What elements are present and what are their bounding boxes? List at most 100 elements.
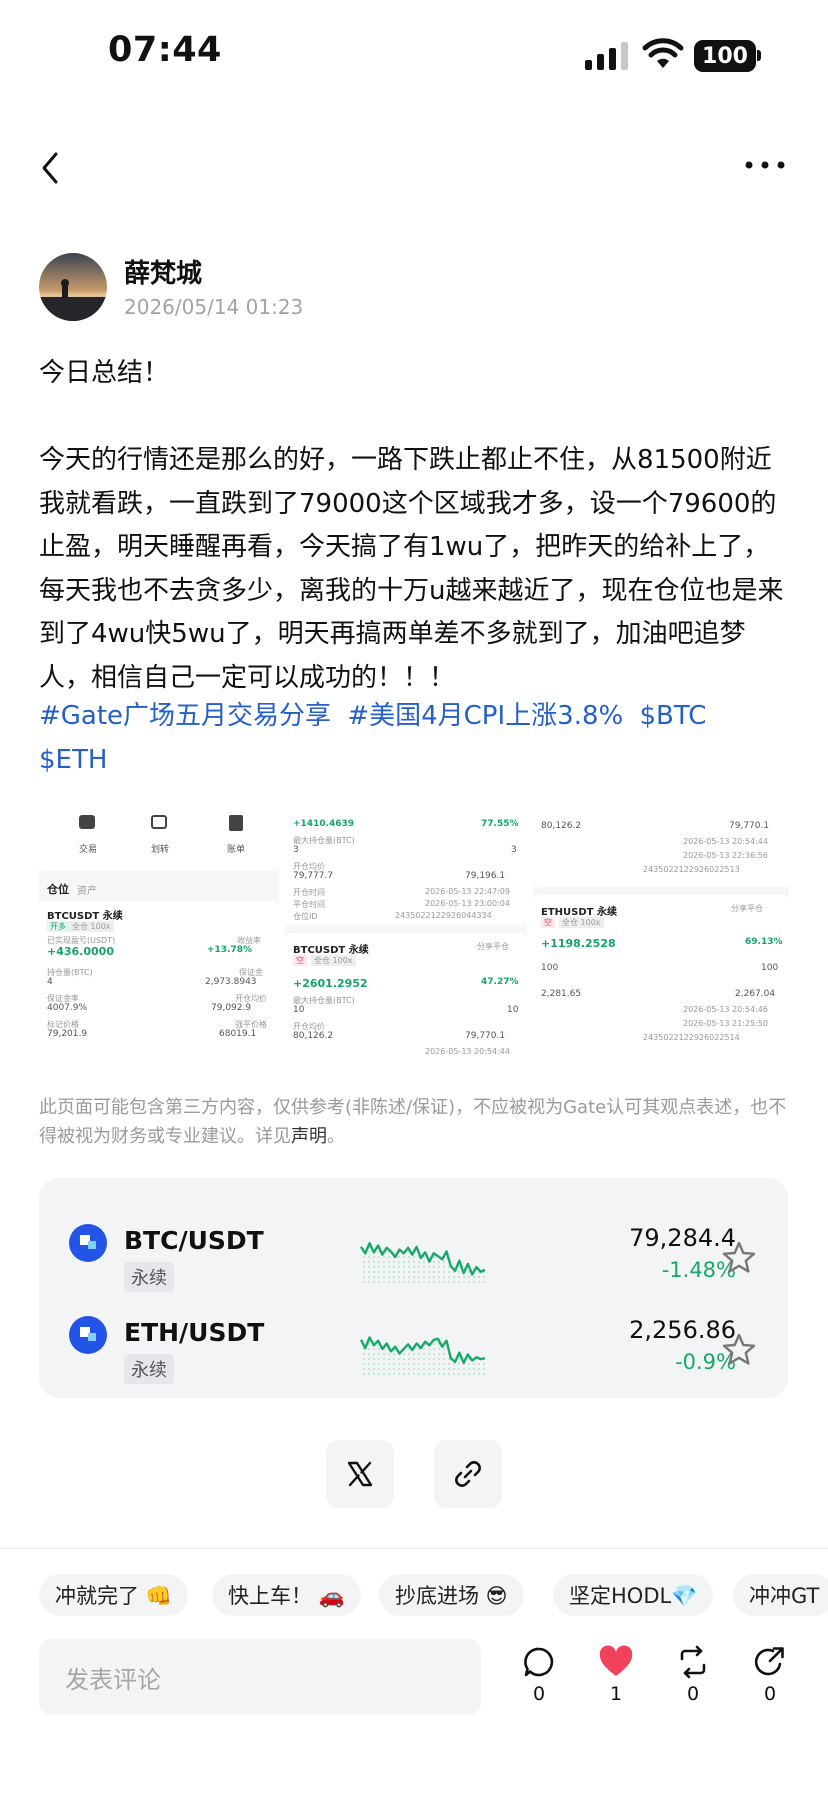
share-x-button[interactable] bbox=[326, 1440, 394, 1508]
bill-icon bbox=[229, 815, 243, 831]
shot3-max-right: 100 bbox=[761, 963, 779, 973]
price-sparkline bbox=[359, 1336, 486, 1376]
statement-link[interactable]: 声明 bbox=[291, 1126, 327, 1147]
link-icon bbox=[455, 1461, 481, 1487]
shot1-r3-right-value: 68019.1 bbox=[219, 1029, 257, 1039]
market-row-eth[interactable]: ETH/USDT 永续 2,256.86 -0.9% bbox=[39, 1270, 788, 1384]
quick-reply-chip[interactable]: 快上车！ 🚗 bbox=[212, 1574, 361, 1616]
share-count: 0 bbox=[763, 1683, 777, 1705]
author-name[interactable]: 薛梵城 bbox=[124, 253, 202, 290]
battery-tip bbox=[757, 50, 761, 61]
shot3-time2-value: 2026-05-13 20:54:46 bbox=[683, 1005, 768, 1014]
disclaimer-end: 。 bbox=[327, 1126, 345, 1147]
quick-reply-chip[interactable]: 冲就完了 👊 bbox=[39, 1574, 188, 1616]
shot1-assets-tab: 资产 bbox=[77, 886, 97, 897]
shot1-tab-transfer: 划转 bbox=[151, 845, 170, 855]
post-tags: #Gate广场五月交易分享 #美国4月CPI上涨3.8% $BTC $ETH bbox=[39, 695, 791, 782]
like-action[interactable]: 1 bbox=[596, 1645, 636, 1705]
cashtag-eth[interactable]: $ETH bbox=[39, 745, 107, 775]
avatar[interactable] bbox=[39, 253, 107, 321]
shot1-positions-tab: 仓位 bbox=[47, 883, 69, 896]
shot1-tab-bill: 账单 bbox=[227, 845, 246, 855]
market-pair: ETH/USDT bbox=[124, 1318, 265, 1347]
post-image-2[interactable]: +1410.4639 77.55% 最大持仓量(BTC) 3 3 开仓均价 79… bbox=[285, 815, 527, 1063]
cellular-signal-icon bbox=[585, 42, 628, 70]
shot2-id-label: 仓位ID bbox=[293, 912, 318, 921]
shot3-pnl: +1198.2528 bbox=[541, 937, 616, 950]
shot2-id-value: 2435022122926044334 bbox=[395, 911, 492, 920]
divider bbox=[0, 1548, 828, 1549]
market-pair: BTC/USDT bbox=[124, 1226, 264, 1255]
favorite-star-icon[interactable] bbox=[721, 1332, 757, 1368]
market-type-badge: 永续 bbox=[124, 1354, 174, 1384]
repost-action[interactable]: 0 bbox=[673, 1645, 713, 1705]
post-image-1[interactable]: 交易 划转 账单 仓位 资产 BTCUSDT 永续 开多 全仓 100x 已实现… bbox=[39, 815, 279, 1063]
shot1-tabbar: 交易 划转 账单 bbox=[39, 815, 279, 871]
shot3-close-value: 2026-05-13 22:36:56 bbox=[683, 851, 768, 860]
cashtag-btc[interactable]: $BTC bbox=[639, 701, 706, 731]
shot1-r1-right-value: 2,973.8943 bbox=[205, 977, 257, 987]
battery-icon: 100 bbox=[694, 40, 756, 72]
post-text: 今日总结！ 今天的行情还是那么的好，一路下跌止都止不住，从81500附近我就看跌… bbox=[39, 358, 784, 693]
shot3-open-right: 79,770.1 bbox=[729, 821, 770, 831]
comment-count: 0 bbox=[532, 1683, 546, 1705]
status-time: 07:44 bbox=[108, 30, 222, 70]
shot1-r1-label: 持仓量(BTC) bbox=[47, 968, 93, 977]
shot2-max2-left: 10 bbox=[293, 1005, 305, 1015]
share-action[interactable]: 0 bbox=[750, 1645, 790, 1705]
shot2-pnl-2: +2601.2952 bbox=[293, 977, 368, 990]
shot2-max-right: 3 bbox=[511, 845, 517, 855]
shot1-symbol: BTCUSDT 永续 bbox=[47, 911, 123, 922]
more-options-icon[interactable] bbox=[744, 160, 786, 170]
shot3-open-left: 80,126.2 bbox=[541, 821, 582, 831]
market-change: -0.9% bbox=[675, 1350, 736, 1374]
comment-action[interactable]: 0 bbox=[519, 1645, 559, 1705]
shot2-open-left: 79,777.7 bbox=[293, 871, 334, 881]
disclaimer-text: 此页面可能包含第三方内容，仅供参考(非陈述/保证)，不应被视为Gate认可其观点… bbox=[39, 1097, 787, 1147]
shot3-badge-side: 空 bbox=[541, 917, 555, 928]
shot2-close-label: 平仓时间 bbox=[293, 900, 325, 909]
quick-reply-chip[interactable]: 抄底进场 😎 bbox=[379, 1574, 524, 1616]
shot2-max-left: 3 bbox=[293, 845, 299, 855]
post-image-3[interactable]: 80,126.2 79,770.1 2026-05-13 20:54:44 20… bbox=[533, 815, 789, 1063]
gate-coin-icon bbox=[69, 1316, 107, 1354]
like-count: 1 bbox=[609, 1683, 623, 1705]
hashtag-gate-may[interactable]: #Gate广场五月交易分享 bbox=[39, 701, 331, 731]
copy-link-button[interactable] bbox=[434, 1440, 502, 1508]
quick-reply-chip[interactable]: 冲冲GT bbox=[733, 1574, 828, 1616]
quick-reply-chip[interactable]: 坚定HODL💎 bbox=[553, 1574, 714, 1616]
shot1-r3-value: 79,201.9 bbox=[47, 1029, 88, 1039]
shot1-position-card: BTCUSDT 永续 开多 全仓 100x 已实现盈亏(USDT) +436.0… bbox=[39, 901, 279, 1063]
shot2-max-label: 最大持仓量(BTC) bbox=[293, 836, 355, 845]
shot3-close2-value: 2026-05-13 21:25:50 bbox=[683, 1019, 768, 1028]
shot1-badge-side: 开多 bbox=[47, 921, 69, 932]
shot1-roe: +13.78% bbox=[207, 945, 253, 955]
hashtag-us-cpi[interactable]: #美国4月CPI上涨3.8% bbox=[347, 701, 623, 731]
shot3-share: 分享平仓 bbox=[731, 904, 763, 913]
shot2-share: 分享平仓 bbox=[477, 942, 509, 951]
shot3-max-left: 100 bbox=[541, 963, 559, 973]
shot2-max2-right: 10 bbox=[507, 1005, 519, 1015]
shot2-badge-margin: 全仓 100x bbox=[311, 955, 356, 966]
back-arrow-icon[interactable] bbox=[36, 148, 66, 188]
heart-icon bbox=[599, 1645, 633, 1676]
shot3-time-value: 2026-05-13 20:54:44 bbox=[683, 837, 768, 846]
transfer-icon bbox=[151, 815, 167, 829]
shot2-time2-value: 2026-05-13 20:54:44 bbox=[425, 1047, 510, 1056]
shot3-id2-value: 2435022122926022514 bbox=[643, 1033, 740, 1042]
shot2-time-value: 2026-05-13 22:47:09 bbox=[425, 887, 510, 896]
shot3-card-top: 80,126.2 79,770.1 2026-05-13 20:54:44 20… bbox=[533, 815, 789, 887]
shot2-card-top: +1410.4639 77.55% 最大持仓量(BTC) 3 3 开仓均价 79… bbox=[285, 815, 527, 925]
shot2-roe: 77.55% bbox=[481, 819, 519, 829]
shot2-roe-2: 47.27% bbox=[481, 977, 519, 987]
comment-input[interactable]: 发表评论 bbox=[39, 1639, 481, 1715]
shot2-badge-side: 空 bbox=[293, 955, 307, 966]
shot3-id-value: 2435022122926022513 bbox=[643, 865, 740, 874]
market-price: 79,284.4 bbox=[629, 1224, 736, 1252]
shot2-symbol: BTCUSDT 永续 bbox=[293, 945, 369, 956]
shot1-r2-value: 4007.9% bbox=[47, 1003, 88, 1013]
shot3-badge-margin: 全仓 100x bbox=[559, 917, 604, 928]
shot2-open2-left: 80,126.2 bbox=[293, 1031, 334, 1041]
shot2-time-label: 开仓时间 bbox=[293, 888, 325, 897]
shot1-r2-right-value: 79,092.9 bbox=[211, 1003, 252, 1013]
